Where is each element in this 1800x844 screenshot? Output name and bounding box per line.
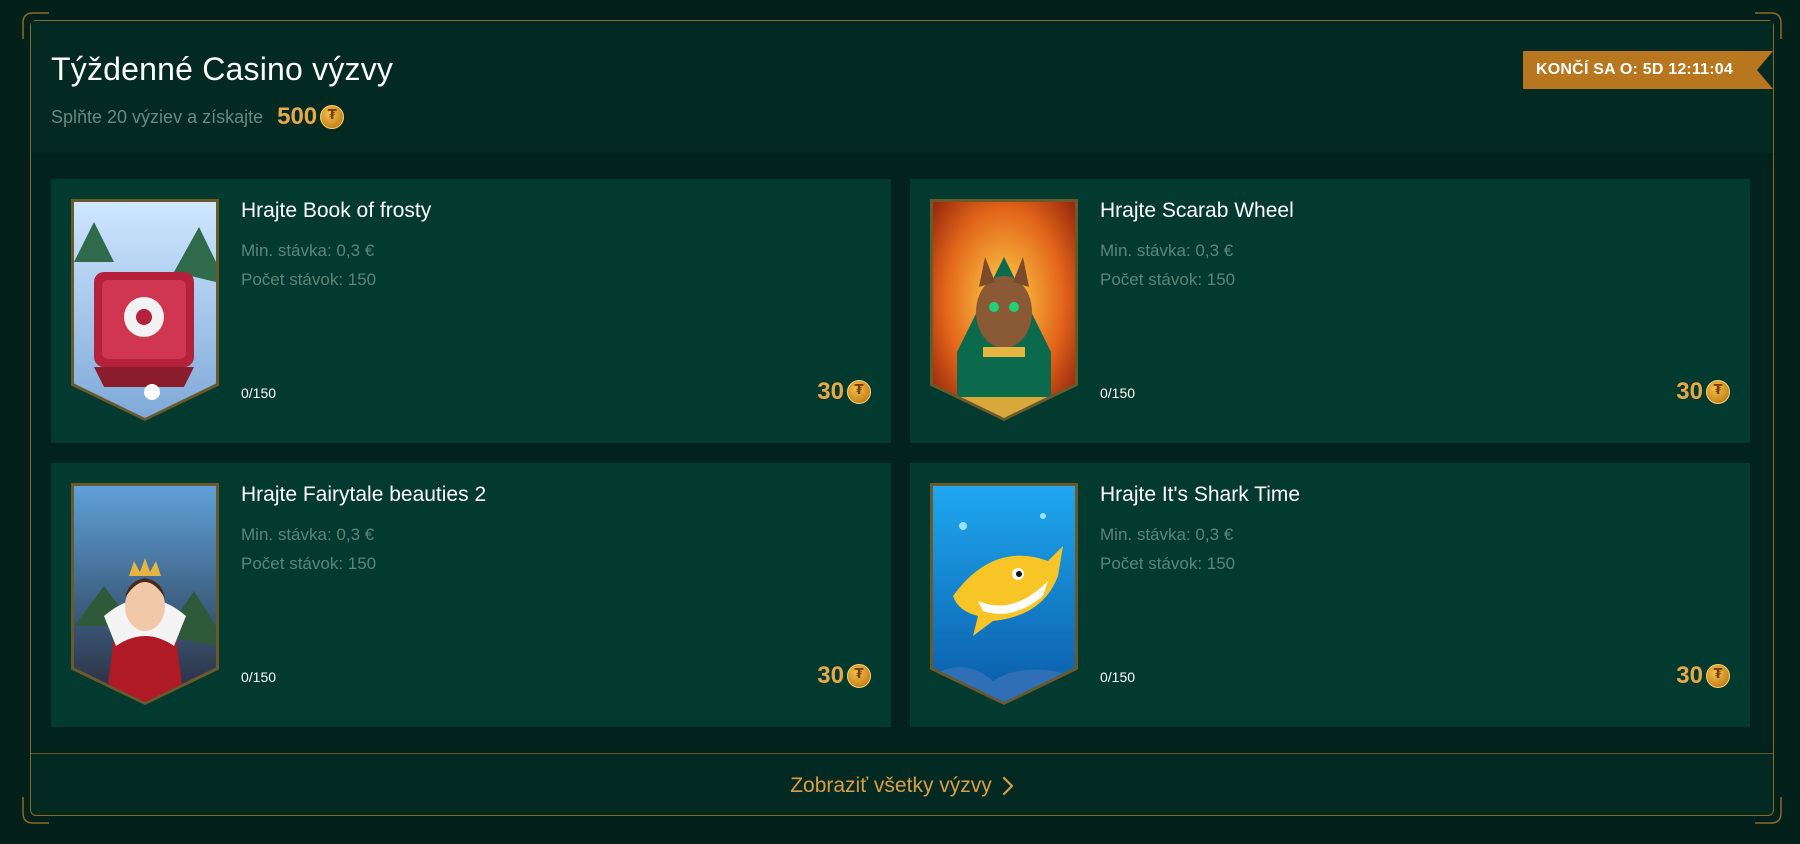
coin-icon <box>847 664 871 688</box>
subtitle-text: Splňte 20 výziev a získajte <box>51 106 264 127</box>
challenge-min-bet: Min. stávka: 0,3 € <box>241 241 375 260</box>
challenge-reward: 30 <box>1676 662 1730 690</box>
coin-icon <box>847 380 871 404</box>
game-thumbnail[interactable] <box>71 483 219 705</box>
challenge-progress: 0/150 <box>1100 669 1136 685</box>
challenge-card[interactable]: Hrajte It's Shark Time Min. stávka: 0,3 … <box>910 463 1750 727</box>
countdown-badge: KONČÍ SA O: 5D 12:11:04 <box>1523 51 1773 89</box>
coin-icon <box>1706 664 1730 688</box>
show-all-challenges-link[interactable]: Zobraziť všetky výzvy <box>31 771 1773 801</box>
challenge-progress: 0/150 <box>241 669 277 685</box>
challenge-bet-count: Počet stávok: 150 <box>241 270 377 289</box>
panel-header: Týždenné Casino výzvy Splňte 20 výziev a… <box>31 21 1773 153</box>
show-all-label[interactable]: Zobraziť všetky výzvy <box>790 774 992 798</box>
challenge-title: Hrajte Fairytale beauties 2 <box>241 483 487 506</box>
challenge-min-bet: Min. stávka: 0,3 € <box>1100 525 1234 544</box>
challenge-title: Hrajte Scarab Wheel <box>1100 199 1294 222</box>
coin-icon <box>320 105 345 129</box>
game-thumbnail[interactable] <box>930 483 1078 705</box>
challenge-reward: 30 <box>817 378 871 406</box>
challenge-progress: 0/150 <box>1100 385 1136 401</box>
challenge-title: Hrajte Book of frosty <box>241 199 432 222</box>
game-thumbnail[interactable] <box>930 199 1078 421</box>
total-reward-value: 500 <box>277 103 318 130</box>
challenge-reward: 30 <box>817 662 871 690</box>
challenge-min-bet: Min. stávka: 0,3 € <box>1100 241 1234 260</box>
challenges-panel: Týždenné Casino výzvy Splňte 20 výziev a… <box>22 12 1782 824</box>
challenge-bet-count: Počet stávok: 150 <box>1100 270 1236 289</box>
challenge-progress: 0/150 <box>241 385 277 401</box>
challenge-card[interactable]: Hrajte Scarab Wheel Min. stávka: 0,3 € P… <box>910 179 1750 443</box>
challenge-reward-value: 30 <box>817 378 844 405</box>
challenge-bet-count: Počet stávok: 150 <box>1100 554 1236 573</box>
challenge-reward-value: 30 <box>817 662 844 689</box>
challenge-reward-value: 30 <box>1676 378 1703 405</box>
coin-icon <box>1706 380 1730 404</box>
game-thumbnail[interactable] <box>71 199 219 421</box>
challenge-bet-count: Počet stávok: 150 <box>241 554 377 573</box>
footer-divider <box>31 753 1773 754</box>
page-title: Týždenné Casino výzvy <box>51 51 394 87</box>
challenge-card[interactable]: Hrajte Book of frosty Min. stávka: 0,3 €… <box>51 179 891 443</box>
challenge-card[interactable]: Hrajte Fairytale beauties 2 Min. stávka:… <box>51 463 891 727</box>
total-reward: 500 <box>277 103 345 131</box>
challenge-min-bet: Min. stávka: 0,3 € <box>241 525 375 544</box>
subtitle-row: Splňte 20 výziev a získajte 500 <box>51 103 345 131</box>
challenge-reward: 30 <box>1676 378 1730 406</box>
challenge-reward-value: 30 <box>1676 662 1703 689</box>
chevron-right-icon <box>1002 776 1013 796</box>
challenge-title: Hrajte It's Shark Time <box>1100 483 1301 506</box>
